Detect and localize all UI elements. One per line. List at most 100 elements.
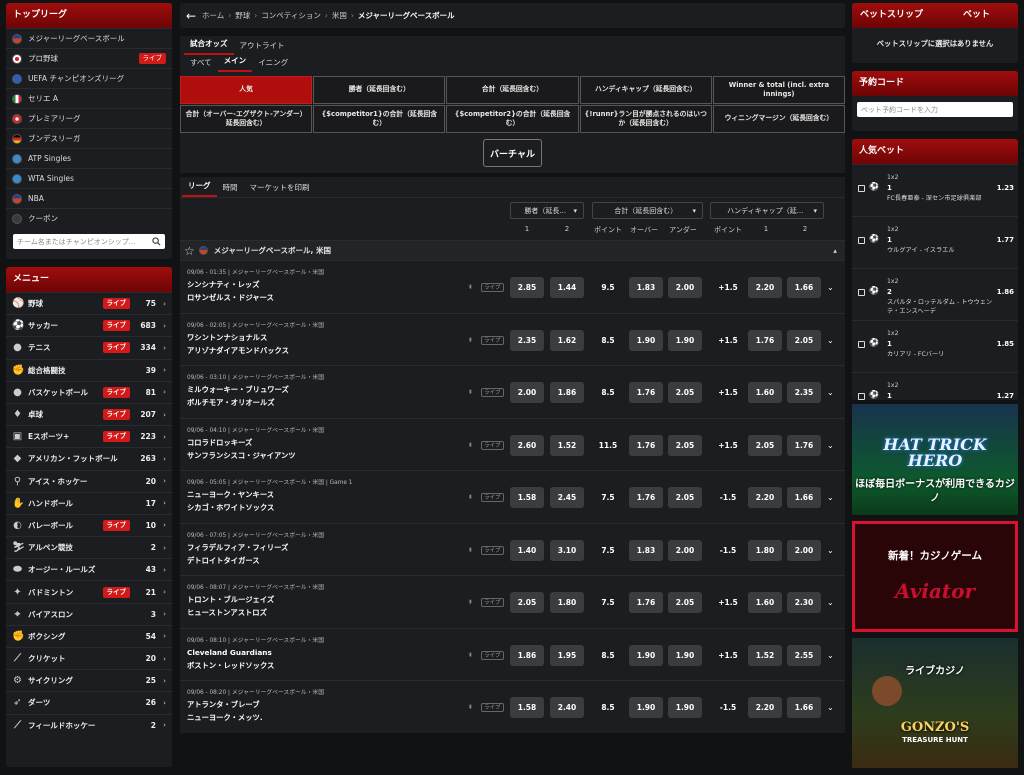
odds-button[interactable]: 3.10 (550, 539, 584, 561)
chevron-down-icon[interactable]: ⌄ (827, 546, 834, 555)
top-league-item[interactable]: WTA Singles (6, 168, 172, 188)
stats-icon[interactable]: ▮ (469, 389, 472, 395)
odds-button[interactable]: 1.52 (550, 434, 584, 456)
event-row[interactable]: 09/06 - 03:10 | メジャーリーグベースボール・米国 ミルウォーキー・… (180, 365, 845, 418)
breadcrumb-usa[interactable]: 米国 (332, 10, 347, 21)
odds-button[interactable]: 1.58 (510, 697, 544, 718)
tab-outright[interactable]: アウトライト (234, 40, 291, 55)
checkbox[interactable] (858, 393, 865, 400)
menu-item[interactable]: ⬬ オージー・ルールズ 43 › (6, 558, 172, 580)
odds-button[interactable]: 1.40 (510, 539, 544, 561)
hat-trick-hero-banner[interactable]: HAT TRICK HERO ほぼ毎日ボーナスが利用できるカジノ (852, 404, 1018, 515)
chevron-down-icon[interactable]: ⌄ (827, 388, 834, 397)
event-row[interactable]: 09/06 - 05:05 | メジャーリーグベースボール・米国 | Game … (180, 470, 845, 523)
menu-item[interactable]: ⚲ アイス・ホッケー 20 › (6, 469, 172, 492)
market-button[interactable]: {!runnr}ラン目が勝点されるのはいつか（延長回含む） (579, 105, 712, 133)
menu-item[interactable]: ● バスケットボール ライブ 81 › (6, 380, 172, 403)
event-row[interactable]: 09/06 - 08:07 | メジャーリーグベースボール・米国 トロント・ブルー… (180, 575, 845, 628)
menu-item[interactable]: ⟋ クリケット 20 › (6, 647, 172, 669)
event-row[interactable]: 09/06 - 08:20 | メジャーリーグベースボール・米国 アトランタ・ブレ… (180, 680, 845, 733)
odds-button[interactable]: 1.86 (510, 644, 544, 666)
odds-button[interactable]: 1.76 (629, 382, 663, 403)
odds-button[interactable]: 2.85 (510, 277, 544, 298)
chevron-down-icon[interactable]: ⌄ (827, 703, 834, 712)
tab-print-markets[interactable]: マーケットを印刷 (244, 182, 316, 197)
top-league-item[interactable]: クーポン (6, 208, 172, 228)
stats-icon[interactable]: ▮ (469, 599, 472, 605)
stats-icon[interactable]: ▮ (469, 704, 472, 710)
chevron-down-icon[interactable]: ⌄ (827, 493, 834, 502)
menu-item[interactable]: ✦ バドミントン ライブ 21 › (6, 580, 172, 602)
odds-button[interactable]: 1.76 (748, 329, 782, 351)
odds-button[interactable]: 1.66 (787, 277, 821, 298)
tab-match-odds[interactable]: 試合オッズ (184, 38, 234, 55)
odds-button[interactable]: 1.66 (787, 697, 821, 718)
market-button[interactable]: Winner & total (incl. extra innings) (712, 76, 845, 104)
total-market-dropdown[interactable]: 合計（延長回含む） ▾ (592, 202, 703, 219)
popular-bet-item[interactable]: ⚽ 1x2 1 ウルグアイ - イスラエル 1.77 (852, 216, 1018, 268)
odds-button[interactable]: 2.40 (550, 697, 584, 718)
market-button[interactable]: 合計（オーバー-エグザクト-アンダー）延長回含む） (180, 105, 313, 133)
market-button[interactable]: 勝者（延長回含む） (313, 76, 446, 104)
stats-icon[interactable]: ▮ (469, 547, 472, 553)
live-casino-banner[interactable]: ライブカジノ GONZO'S TREASURE HUNT (852, 638, 1018, 768)
odds-button[interactable]: 2.05 (748, 434, 782, 456)
odds-button[interactable]: 1.76 (629, 592, 663, 613)
odds-button[interactable]: 2.05 (668, 434, 702, 456)
chevron-down-icon[interactable]: ⌄ (827, 651, 834, 660)
favorite-star-icon[interactable]: ☆ (184, 244, 195, 258)
odds-button[interactable]: 1.76 (629, 434, 663, 456)
odds-button[interactable]: 2.20 (748, 487, 782, 508)
popular-bet-item[interactable]: ⚽ 1x2 1 カリアリ - FCバーリ 1.85 (852, 320, 1018, 372)
odds-button[interactable]: 2.45 (550, 487, 584, 508)
odds-button[interactable]: 2.00 (510, 382, 544, 403)
league-search-input[interactable]: チーム名またはチャンピオンシップ... (13, 234, 165, 249)
top-league-item[interactable]: ブンデスリーガ (6, 128, 172, 148)
market-button[interactable]: ウィニングマージン（延長回含む） (712, 105, 845, 133)
event-row[interactable]: 09/06 - 08:10 | メジャーリーグベースボール・米国 Clevelan… (180, 627, 845, 680)
booking-code-input[interactable]: ベット予約コードを入力 (857, 102, 1013, 117)
tab-league[interactable]: リーグ (182, 180, 217, 197)
odds-button[interactable]: 1.76 (787, 434, 821, 456)
menu-item[interactable]: ⟋ フィールドホッケー 2 › (6, 713, 172, 736)
aviator-banner[interactable]: 新着！カジノゲーム Aviator (852, 521, 1018, 632)
odds-button[interactable]: 1.90 (668, 644, 702, 666)
odds-button[interactable]: 2.05 (668, 382, 702, 403)
odds-button[interactable]: 1.83 (629, 277, 663, 298)
popular-bet-item[interactable]: ⚽1x21上海海港FC - 南通支云足球俱楽部1.27 (852, 372, 1018, 400)
event-row[interactable]: 09/06 - 01:35 | メジャーリーグベースボール・米国 シンシナティ・レ… (180, 260, 845, 313)
odds-button[interactable]: 1.76 (629, 487, 663, 508)
odds-button[interactable]: 2.35 (510, 329, 544, 351)
checkbox[interactable] (858, 185, 865, 192)
odds-button[interactable]: 1.90 (629, 329, 663, 351)
search-icon[interactable] (152, 237, 161, 246)
odds-button[interactable]: 2.05 (668, 592, 702, 613)
odds-button[interactable]: 2.05 (668, 487, 702, 508)
stats-icon[interactable]: ▮ (469, 337, 472, 343)
odds-button[interactable]: 2.35 (787, 382, 821, 403)
odds-button[interactable]: 2.00 (787, 539, 821, 561)
league-header[interactable]: ☆ メジャーリーグベースボール, 米国 ▴ (180, 240, 845, 260)
menu-item[interactable]: ✊ 総合格闘技 39 › (6, 358, 172, 381)
chevron-down-icon[interactable]: ⌄ (827, 441, 834, 450)
odds-button[interactable]: 1.80 (748, 539, 782, 561)
tab-innings[interactable]: イニング (252, 57, 294, 72)
odds-button[interactable]: 1.90 (668, 697, 702, 718)
menu-item[interactable]: ⌖ バイアスロン 3 › (6, 602, 172, 625)
odds-button[interactable]: 1.52 (748, 644, 782, 666)
event-row[interactable]: 09/06 - 02:05 | メジャーリーグベースボール・米国 ワシントンナショ… (180, 312, 845, 365)
market-button[interactable]: {$competitor1}の合計（延長回含む） (313, 105, 446, 133)
back-arrow-icon[interactable]: ← (180, 9, 202, 23)
odds-button[interactable]: 2.60 (510, 434, 544, 456)
odds-button[interactable]: 1.90 (629, 644, 663, 666)
market-button[interactable]: {$competitor2}の合計（延長回含む） (446, 105, 579, 133)
menu-item[interactable]: ◐ バレーボール ライブ 10 › (6, 513, 172, 536)
menu-item[interactable]: ⚙ サイクリング 25 › (6, 669, 172, 691)
top-league-item[interactable]: プロ野球 ライブ (6, 48, 172, 68)
top-league-item[interactable]: メジャーリーグベースボール (6, 28, 172, 48)
chevron-up-icon[interactable]: ▴ (833, 246, 837, 255)
odds-button[interactable]: 1.66 (787, 487, 821, 508)
top-league-item[interactable]: プレミアリーグ (6, 108, 172, 128)
menu-item[interactable]: ● テニス ライブ 334 › (6, 336, 172, 358)
breadcrumb-baseball[interactable]: 野球 (235, 10, 250, 21)
